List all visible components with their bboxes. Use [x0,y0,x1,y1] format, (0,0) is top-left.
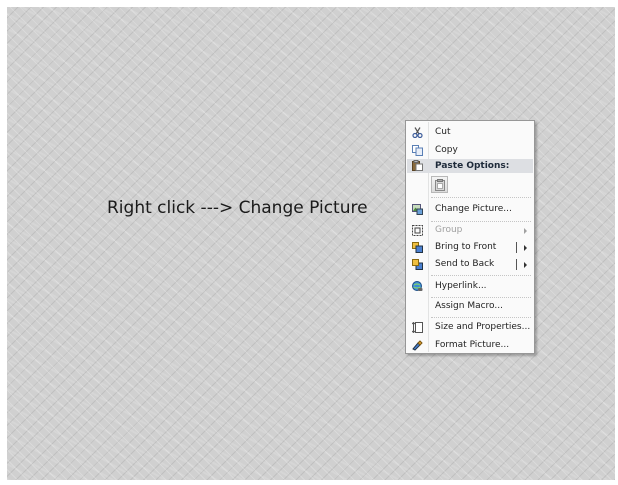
copy-icon [412,145,423,156]
send-to-back-icon [412,259,423,270]
menu-item-label: Send to Back [435,259,495,269]
menu-item-cut[interactable]: Cut [407,124,533,141]
hyperlink-icon [412,281,423,292]
menu-item-send-to-back[interactable]: Send to Back [407,256,533,273]
split-divider [516,259,517,270]
menu-item-label: Group [435,225,463,235]
menu-item-group: Group [407,222,533,239]
paste-options-header: Paste Options: [407,159,533,173]
menu-item-label: Assign Macro... [435,301,503,311]
group-icon [412,225,423,236]
instruction-text: Right click ---> Change Picture [107,198,368,218]
menu-item-label: Change Picture... [435,204,512,214]
bring-to-front-icon [412,242,423,253]
size-properties-icon [411,321,423,334]
paste-keep-formatting-button[interactable] [431,176,448,193]
menu-item-label: Size and Properties... [435,322,531,332]
split-divider [516,242,517,253]
menu-item-size-and-properties[interactable]: Size and Properties... [407,319,533,336]
menu-separator [431,275,531,276]
submenu-arrow-icon[interactable] [524,245,527,251]
menu-item-label: Copy [435,145,458,155]
paste-options-label: Paste Options: [435,161,510,171]
menu-item-copy[interactable]: Copy [407,142,533,159]
submenu-arrow-icon [524,228,527,234]
menu-item-assign-macro[interactable]: Assign Macro... [407,298,533,315]
format-picture-icon [412,340,423,351]
menu-item-hyperlink[interactable]: Hyperlink... [407,278,533,295]
menu-separator [431,197,531,198]
paste-icon [412,160,423,171]
menu-item-bring-to-front[interactable]: Bring to Front [407,239,533,256]
menu-item-label: Hyperlink... [435,281,487,291]
change-picture-icon [412,204,423,215]
menu-item-change-picture[interactable]: Change Picture... [407,201,533,218]
context-menu: Cut Copy Paste Options: Change Picture..… [405,120,535,354]
menu-item-label: Format Picture... [435,340,510,350]
menu-item-format-picture[interactable]: Format Picture... [407,337,533,354]
submenu-arrow-icon[interactable] [524,262,527,268]
scissors-icon [412,127,423,139]
clipboard-icon [435,179,445,191]
menu-item-label: Bring to Front [435,242,497,252]
menu-item-label: Cut [435,127,451,137]
menu-separator [431,317,531,318]
slide-canvas[interactable]: Right click ---> Change Picture Cut Copy… [7,7,615,480]
